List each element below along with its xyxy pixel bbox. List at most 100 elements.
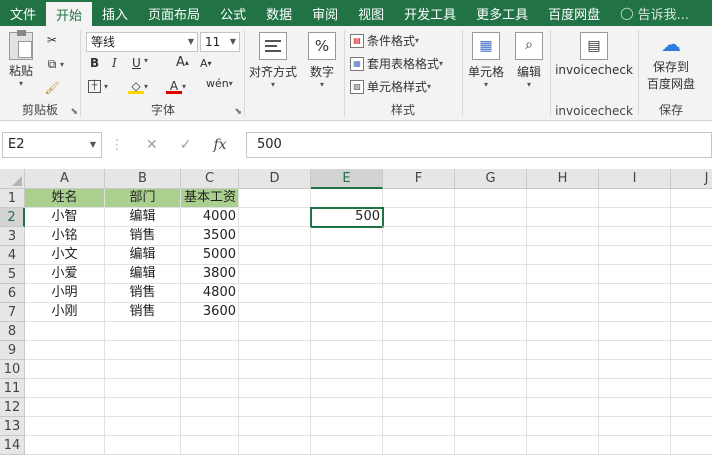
tab-insert[interactable]: 插入	[92, 0, 138, 26]
cell-b6[interactable]: 销售	[105, 284, 181, 303]
cell-i3[interactable]	[599, 227, 671, 246]
row-header-8[interactable]: 8	[0, 322, 25, 341]
cell-b4[interactable]: 编辑	[105, 246, 181, 265]
cell-h3[interactable]	[527, 227, 599, 246]
column-header-f[interactable]: F	[383, 169, 455, 189]
cell-g3[interactable]	[455, 227, 527, 246]
cell-i4[interactable]	[599, 246, 671, 265]
cell-g6[interactable]	[455, 284, 527, 303]
cell-h8[interactable]	[527, 322, 599, 341]
cell-b7[interactable]: 销售	[105, 303, 181, 322]
cell-j13[interactable]	[671, 417, 712, 436]
cell-i9[interactable]	[599, 341, 671, 360]
cell-h11[interactable]	[527, 379, 599, 398]
row-header-7[interactable]: 7	[0, 303, 25, 322]
cells-button[interactable]: ▦ 单元格 ▾	[464, 32, 508, 89]
cell-e12[interactable]	[311, 398, 383, 417]
cell-d8[interactable]	[239, 322, 311, 341]
bold-button[interactable]: B	[90, 56, 99, 70]
cell-a6[interactable]: 小明	[25, 284, 105, 303]
column-header-g[interactable]: G	[455, 169, 527, 189]
cell-j14[interactable]	[671, 436, 712, 455]
cell-j9[interactable]	[671, 341, 712, 360]
cell-d13[interactable]	[239, 417, 311, 436]
cell-c2[interactable]: 4000	[181, 208, 239, 227]
tab-page-layout[interactable]: 页面布局	[138, 0, 210, 26]
cell-h9[interactable]	[527, 341, 599, 360]
row-header-1[interactable]: 1	[0, 189, 25, 208]
row-header-13[interactable]: 13	[0, 417, 25, 436]
cell-d12[interactable]	[239, 398, 311, 417]
cell-d6[interactable]	[239, 284, 311, 303]
enter-icon[interactable]: ✓	[180, 137, 192, 153]
cell-f3[interactable]	[383, 227, 455, 246]
cell-g5[interactable]	[455, 265, 527, 284]
cell-g8[interactable]	[455, 322, 527, 341]
cell-b1[interactable]: 部门	[105, 189, 181, 208]
cell-a3[interactable]: 小铭	[25, 227, 105, 246]
cell-j1[interactable]	[671, 189, 712, 208]
cell-f8[interactable]	[383, 322, 455, 341]
underline-dropdown[interactable]: ▾	[144, 56, 148, 65]
cell-i5[interactable]	[599, 265, 671, 284]
cell-d14[interactable]	[239, 436, 311, 455]
cell-f5[interactable]	[383, 265, 455, 284]
column-header-b[interactable]: B	[105, 169, 181, 189]
cell-i11[interactable]	[599, 379, 671, 398]
select-all-corner[interactable]	[0, 169, 25, 189]
tab-more-tools[interactable]: 更多工具	[466, 0, 538, 26]
cell-d10[interactable]	[239, 360, 311, 379]
cell-d9[interactable]	[239, 341, 311, 360]
formula-input[interactable]: 500	[246, 132, 712, 158]
row-header-6[interactable]: 6	[0, 284, 25, 303]
borders-button[interactable]: ┼ ▾	[88, 80, 108, 93]
cell-i2[interactable]	[599, 208, 671, 227]
column-header-d[interactable]: D	[239, 169, 311, 189]
font-color-button[interactable]: A ▾	[166, 78, 186, 94]
cell-j5[interactable]	[671, 265, 712, 284]
cell-e11[interactable]	[311, 379, 383, 398]
insert-function-icon[interactable]: fx	[213, 137, 226, 153]
cell-e1[interactable]	[311, 189, 383, 208]
cell-g2[interactable]	[455, 208, 527, 227]
cell-b12[interactable]	[105, 398, 181, 417]
editing-button[interactable]: ⌕ 编辑 ▾	[510, 32, 548, 89]
cell-d2[interactable]	[239, 208, 311, 227]
row-header-5[interactable]: 5	[0, 265, 25, 284]
cell-h5[interactable]	[527, 265, 599, 284]
cell-b2[interactable]: 编辑	[105, 208, 181, 227]
cell-i8[interactable]	[599, 322, 671, 341]
cell-j3[interactable]	[671, 227, 712, 246]
cell-b13[interactable]	[105, 417, 181, 436]
cell-c1[interactable]: 基本工资	[181, 189, 239, 208]
shrink-font-button[interactable]: A ▾	[200, 57, 212, 70]
cell-h4[interactable]	[527, 246, 599, 265]
cell-d11[interactable]	[239, 379, 311, 398]
cell-c10[interactable]	[181, 360, 239, 379]
cell-h14[interactable]	[527, 436, 599, 455]
row-header-4[interactable]: 4	[0, 246, 25, 265]
tab-formulas[interactable]: 公式	[210, 0, 256, 26]
column-header-j[interactable]: J	[671, 169, 712, 189]
fill-color-button[interactable]: ◇ ▾	[128, 78, 148, 94]
cell-i7[interactable]	[599, 303, 671, 322]
cell-g10[interactable]	[455, 360, 527, 379]
cell-d7[interactable]	[239, 303, 311, 322]
cell-f11[interactable]	[383, 379, 455, 398]
cell-i13[interactable]	[599, 417, 671, 436]
row-header-11[interactable]: 11	[0, 379, 25, 398]
cell-e3[interactable]	[311, 227, 383, 246]
cell-a11[interactable]	[25, 379, 105, 398]
alignment-button[interactable]: 对齐方式 ▾	[246, 32, 300, 89]
cell-g9[interactable]	[455, 341, 527, 360]
cell-a5[interactable]: 小爱	[25, 265, 105, 284]
cell-h1[interactable]	[527, 189, 599, 208]
row-header-2[interactable]: 2	[0, 208, 25, 227]
row-header-9[interactable]: 9	[0, 341, 25, 360]
cell-c7[interactable]: 3600	[181, 303, 239, 322]
cell-i10[interactable]	[599, 360, 671, 379]
cell-f7[interactable]	[383, 303, 455, 322]
cell-g14[interactable]	[455, 436, 527, 455]
cell-h12[interactable]	[527, 398, 599, 417]
tab-review[interactable]: 审阅	[302, 0, 348, 26]
